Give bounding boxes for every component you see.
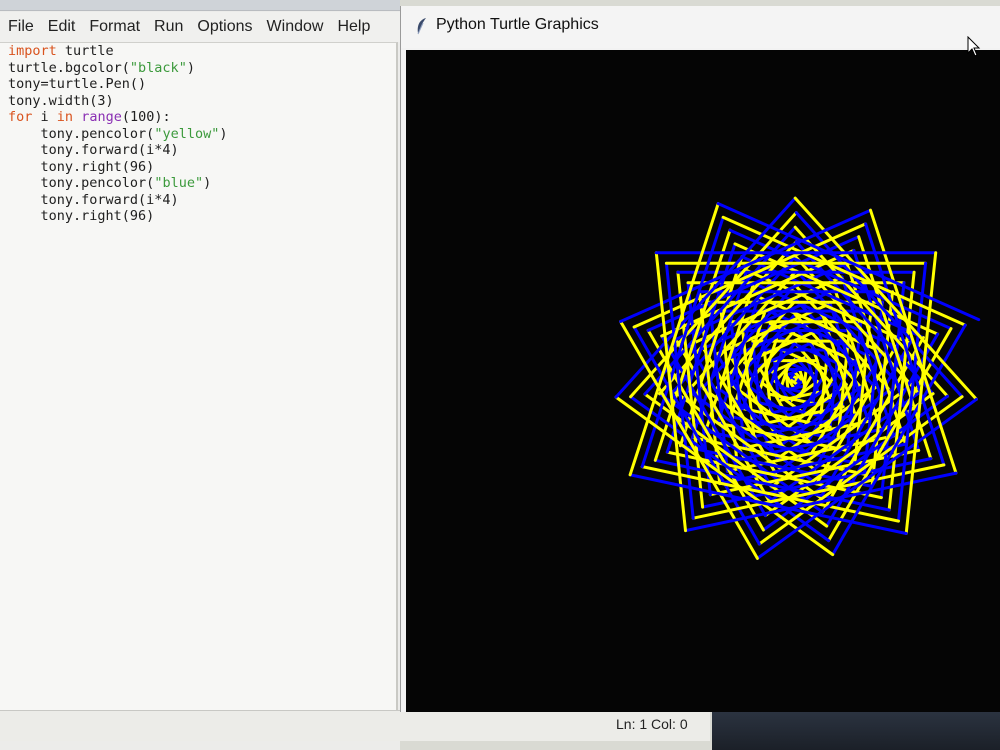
mouse-cursor-icon — [967, 36, 981, 57]
code-line: tony.pencolor("yellow") — [8, 125, 228, 142]
code-line: tony.forward(i*4) — [8, 191, 179, 208]
menu-format[interactable]: Format — [81, 18, 146, 36]
code-line: tony.right(96) — [8, 208, 155, 224]
menu-window[interactable]: Window — [259, 18, 330, 36]
cursor-position: Ln: 1 Col: 0 — [616, 716, 688, 732]
code-line: tony.width(3) — [8, 92, 114, 109]
code-line: tony.right(96) — [8, 158, 155, 175]
status-bar: Ln: 1 Col: 0 — [0, 710, 710, 741]
code-line: import turtle — [8, 43, 114, 59]
code-editor[interactable]: import turtle turtle.bgcolor("black") tony… — [0, 42, 398, 710]
desktop-background — [712, 712, 1000, 750]
menu-file[interactable]: File — [0, 18, 40, 36]
menu-edit[interactable]: Edit — [40, 18, 82, 36]
turtle-window: Python Turtle Graphics — [400, 6, 1000, 712]
feather-icon — [417, 18, 426, 35]
editor-titlebar — [0, 0, 400, 11]
code-line: turtle.bgcolor("black") — [8, 59, 195, 76]
code-line: tony.pencolor("blue") — [8, 175, 212, 191]
menu-bar: File Edit Format Run Options Window Help — [0, 12, 400, 42]
turtle-titlebar[interactable]: Python Turtle Graphics — [401, 6, 1000, 48]
window-title: Python Turtle Graphics — [436, 16, 599, 33]
spiral-drawing — [614, 196, 981, 560]
code-line: for i in range(100): — [8, 109, 171, 125]
menu-run[interactable]: Run — [146, 18, 189, 36]
turtle-canvas — [406, 50, 1000, 712]
editor-window: File Edit Format Run Options Window Help… — [0, 0, 400, 750]
menu-help[interactable]: Help — [329, 18, 376, 36]
code-line: tony.forward(i*4) — [8, 142, 179, 158]
menu-options[interactable]: Options — [189, 18, 258, 36]
code-line: tony=turtle.Pen() — [8, 76, 147, 92]
